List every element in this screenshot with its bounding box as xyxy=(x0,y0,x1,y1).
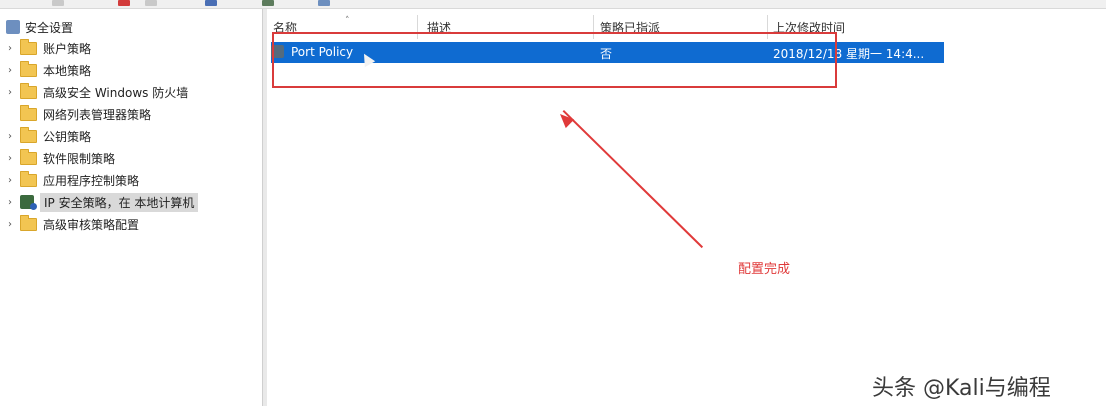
tree-item-software-restriction[interactable]: › 软件限制策略 xyxy=(4,148,115,168)
tree-item-local-policies[interactable]: › 本地策略 xyxy=(4,60,91,80)
properties-icon[interactable] xyxy=(145,0,157,6)
delete-icon[interactable] xyxy=(118,0,130,6)
tree-item-label: 高级审核策略配置 xyxy=(43,217,140,232)
annotation-label: 配置完成 xyxy=(738,262,791,277)
tree-item-label: IP 安全策略，在 本地计算机 xyxy=(40,192,199,212)
chevron-right-icon[interactable]: › xyxy=(4,65,16,76)
ip-policy-icon xyxy=(20,195,37,210)
folder-icon xyxy=(20,148,37,165)
tree-item-label: 公钥策略 xyxy=(43,129,92,144)
watermark: 头条 @Kali与编程 xyxy=(872,376,1051,401)
folder-icon xyxy=(20,170,37,187)
folder-icon xyxy=(20,82,37,99)
back-icon[interactable] xyxy=(52,0,64,6)
tree-item-ip-security[interactable]: › IP 安全策略，在 本地计算机 xyxy=(4,192,199,212)
folder-icon xyxy=(20,214,37,231)
chevron-right-icon[interactable]: › xyxy=(4,131,16,142)
console-tree: 安全设置 › 账户策略 › 本地策略 › 高级安全 Windows 防火墙 › … xyxy=(0,9,262,406)
toolbar xyxy=(0,0,1106,9)
chevron-right-icon[interactable]: › xyxy=(4,197,16,208)
tree-item-label: 应用程序控制策略 xyxy=(43,173,140,188)
chevron-right-icon[interactable]: › xyxy=(4,153,16,164)
security-settings-icon xyxy=(6,20,20,34)
chevron-right-icon[interactable]: › xyxy=(4,175,16,186)
folder-icon xyxy=(20,60,37,77)
tree-item-app-control[interactable]: › 应用程序控制策略 xyxy=(4,170,139,190)
folder-icon xyxy=(20,104,37,121)
tree-item-account-policies[interactable]: › 账户策略 xyxy=(4,38,91,58)
chevron-right-icon[interactable]: › xyxy=(4,43,16,54)
tree-item-label: 软件限制策略 xyxy=(43,151,116,166)
tree-item-label: 高级安全 Windows 防火墙 xyxy=(43,85,189,100)
tree-item-network-list[interactable]: › 网络列表管理器策略 xyxy=(4,104,151,124)
chevron-right-icon[interactable]: › xyxy=(4,219,16,230)
policy-icon[interactable] xyxy=(262,0,274,6)
folder-icon xyxy=(20,38,37,55)
folder-icon xyxy=(20,126,37,143)
help-icon[interactable] xyxy=(205,0,217,6)
tree-root[interactable]: 安全设置 xyxy=(6,17,73,37)
sort-ascending-icon: ˄ xyxy=(345,16,350,26)
chevron-right-icon[interactable]: › xyxy=(4,87,16,98)
tree-item-advanced-audit[interactable]: › 高级审核策略配置 xyxy=(4,214,139,234)
tree-item-windows-firewall[interactable]: › 高级安全 Windows 防火墙 xyxy=(4,82,188,102)
highlight-box xyxy=(272,32,837,88)
tree-root-label: 安全设置 xyxy=(25,20,74,35)
tree-item-public-key[interactable]: › 公钥策略 xyxy=(4,126,91,146)
tree-item-label: 账户策略 xyxy=(43,41,92,56)
tree-item-label: 网络列表管理器策略 xyxy=(43,107,152,122)
tree-item-label: 本地策略 xyxy=(43,63,92,78)
network-icon[interactable] xyxy=(318,0,330,6)
